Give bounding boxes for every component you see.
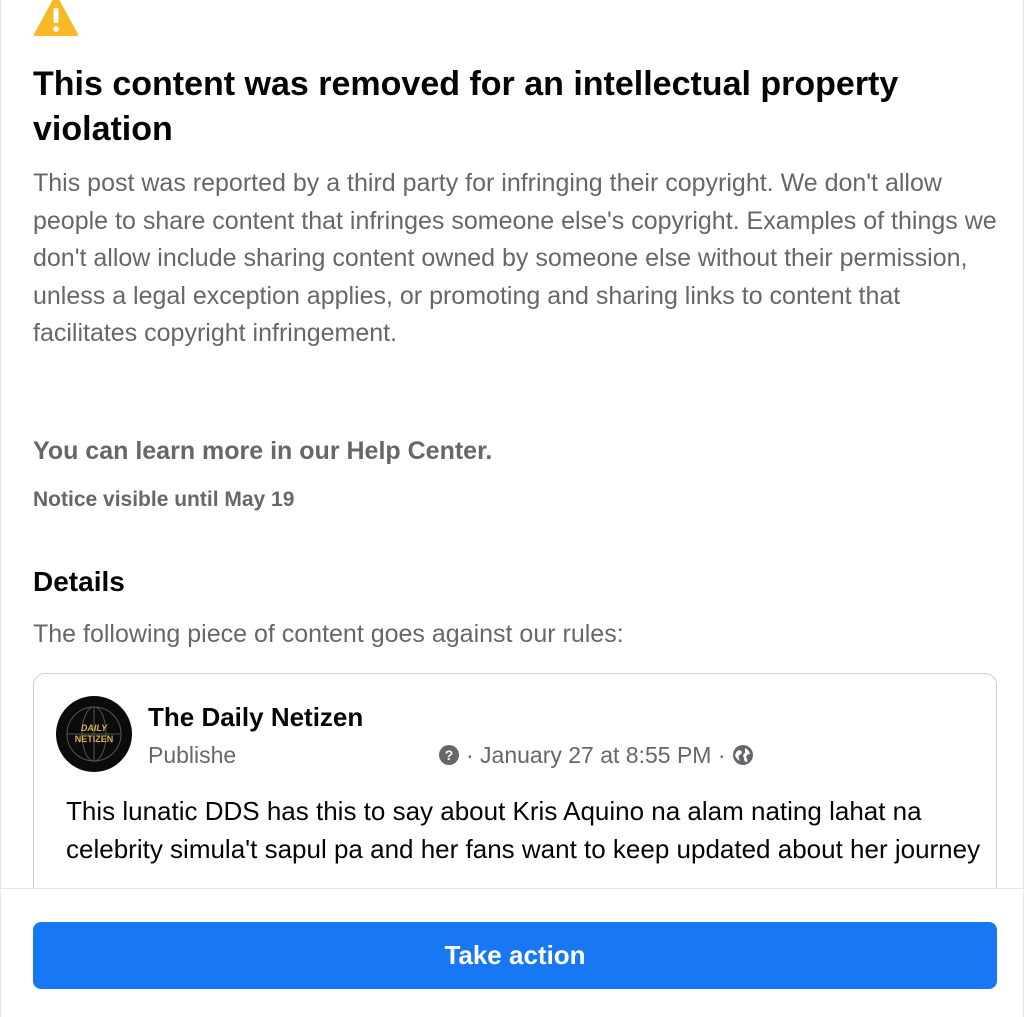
- svg-text:?: ?: [445, 747, 454, 763]
- question-icon[interactable]: ?: [438, 744, 460, 766]
- globe-icon: [732, 745, 753, 765]
- details-subheading: The following piece of content goes agai…: [33, 620, 624, 648]
- daily-netizen-logo: DAILY NETIZEN: [58, 698, 130, 770]
- svg-text:NETIZEN: NETIZEN: [75, 734, 114, 744]
- take-action-button[interactable]: Take action: [33, 922, 997, 989]
- post-page-name[interactable]: The Daily Netizen: [148, 700, 363, 734]
- notice-visibility: Notice visible until May 19: [33, 488, 295, 511]
- notice-scroll-area[interactable]: This content was removed for an intellec…: [1, 0, 1023, 888]
- warning-icon: [33, 0, 79, 36]
- post-card: DAILY NETIZEN The Daily Netizen Publishe…: [33, 673, 997, 888]
- post-text: This lunatic DDS has this to say about K…: [66, 796, 981, 864]
- notice-body: This post was reported by a third party …: [33, 169, 997, 347]
- post-timestamp[interactable]: · January 27 at 8:55 PM ·: [466, 738, 726, 772]
- post-meta: Publishe ? · January 27 at 8:55 PM ·: [148, 738, 948, 772]
- details-heading: Details: [33, 566, 125, 597]
- action-footer: Take action: [1, 888, 1023, 1017]
- svg-text:DAILY: DAILY: [81, 723, 108, 733]
- avatar[interactable]: DAILY NETIZEN: [56, 696, 132, 772]
- published-label: Publishe: [148, 742, 237, 768]
- help-center-text[interactable]: You can learn more in our Help Center.: [33, 434, 492, 468]
- removal-notice-screen: This content was removed for an intellec…: [0, 0, 1024, 1017]
- notice-title: This content was removed for an intellec…: [33, 65, 899, 148]
